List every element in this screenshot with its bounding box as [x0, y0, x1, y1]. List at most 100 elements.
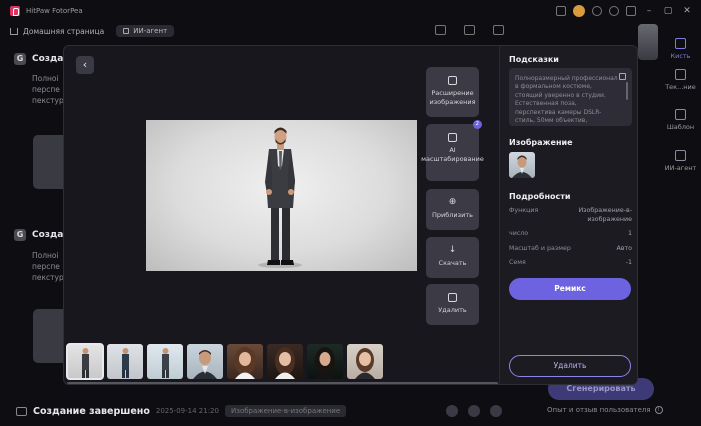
- source-image-thumbnail[interactable]: [509, 152, 535, 178]
- info-icon: i: [654, 406, 663, 414]
- info-icon[interactable]: [446, 405, 458, 417]
- google-icon: G: [14, 53, 26, 65]
- maximize-icon[interactable]: ▢: [662, 5, 674, 17]
- man-in-suit-figure: [258, 127, 302, 268]
- portrait-icon: [355, 348, 375, 379]
- preview-image: [146, 120, 417, 271]
- detail-row-seed: Семя -1: [509, 259, 632, 268]
- detail-key: Масштаб и размер: [509, 245, 571, 252]
- delete-button[interactable]: Удалить: [509, 355, 631, 377]
- layout-icon[interactable]: [435, 25, 446, 35]
- detail-value: Изображение-в-изображение: [578, 207, 632, 223]
- detail-row-scale: Масштаб и размер Авто: [509, 245, 632, 254]
- task-subtitle: Полноі перспе пекстур: [32, 73, 64, 106]
- task-thumbnail[interactable]: [33, 309, 63, 363]
- detail-key: число: [509, 230, 529, 237]
- task-subtitle: Полноі перспе пекстур: [32, 250, 64, 283]
- nav-tools: [435, 25, 504, 35]
- task-line: пекстур: [32, 96, 64, 105]
- action-label: Расширение изображения: [429, 89, 476, 106]
- copy-icon[interactable]: [619, 73, 626, 80]
- title-bar-controls: – ▢ ✕: [556, 0, 701, 22]
- feedback-link[interactable]: Опыт и отзыв пользователя i: [547, 406, 663, 414]
- prompt-box[interactable]: Полноразмерный профессионал в формальном…: [509, 68, 632, 126]
- screenshot-icon[interactable]: [556, 6, 566, 16]
- background-thumbnail[interactable]: [638, 24, 658, 60]
- remix-button[interactable]: Ремикс: [509, 278, 631, 300]
- prompt-text: Полноразмерный профессионал в формальном…: [515, 75, 618, 126]
- brush-icon: [675, 38, 686, 49]
- portrait-icon: [275, 347, 295, 379]
- prompt-scrollbar[interactable]: [626, 82, 628, 100]
- upload-icon[interactable]: [464, 25, 475, 35]
- title-bar: HitPaw FotorPea – ▢ ✕: [0, 0, 701, 22]
- feedback-label: Опыт и отзыв пользователя: [547, 406, 651, 414]
- task-line: Полноі: [32, 74, 59, 83]
- nav-bar: Домашняя страница ИИ-агент: [0, 22, 701, 40]
- minimize-icon[interactable]: –: [643, 5, 655, 17]
- detail-row-function: Функция Изображение-в-изображение: [509, 207, 632, 224]
- thumbnail-strip: [66, 343, 383, 380]
- template-icon: [675, 109, 686, 120]
- suit-figure-icon: [122, 348, 129, 378]
- refresh-icon[interactable]: [468, 405, 480, 417]
- upscale-icon: [448, 133, 457, 142]
- sidebar-item-ai-agent[interactable]: ИИ-агент: [660, 150, 701, 172]
- export-icon[interactable]: [493, 25, 504, 35]
- app-logo: [10, 6, 20, 16]
- back-button[interactable]: ‹: [76, 56, 94, 74]
- portrait-icon: [512, 155, 532, 178]
- task-thumbnail[interactable]: [33, 135, 63, 189]
- thumbnail[interactable]: [227, 344, 263, 379]
- sidebar-item-template[interactable]: Шаблон: [660, 109, 701, 131]
- task-complete-title: Создание завершено: [33, 405, 150, 417]
- menu-icon[interactable]: [626, 6, 636, 16]
- task-actions: [446, 405, 502, 417]
- detail-value: 1: [627, 230, 632, 237]
- sidebar-item-label: Тек...ние: [665, 83, 696, 91]
- hints-title: Подсказки: [509, 55, 559, 64]
- detail-key: Функция: [509, 207, 539, 214]
- credit-badge: 2: [472, 120, 482, 129]
- thumbnail[interactable]: [267, 344, 303, 379]
- portrait-icon: [193, 350, 217, 379]
- sidebar-item-label: Шаблон: [666, 123, 695, 131]
- sidebar-item-label: Кисть: [670, 52, 691, 60]
- zoom-button[interactable]: ⊕ Приблизить: [426, 189, 479, 230]
- sidebar-item-text[interactable]: Тек...ние: [660, 69, 701, 91]
- sidebar-item-brush[interactable]: Кисть: [660, 38, 701, 60]
- horizontal-scrollbar[interactable]: [67, 382, 498, 384]
- gift-icon[interactable]: [609, 6, 619, 16]
- download-icon: ↓: [448, 245, 457, 255]
- details-panel: Подсказки Полноразмерный профессионал в …: [499, 46, 637, 384]
- portrait-icon: [315, 347, 335, 379]
- crown-icon[interactable]: [592, 6, 602, 16]
- ai-upscale-button[interactable]: 2 AI масштабирование: [421, 120, 484, 181]
- home-icon: [10, 27, 18, 35]
- app-title: HitPaw FotorPea: [26, 7, 83, 15]
- close-icon[interactable]: ✕: [681, 5, 693, 17]
- action-label: AI масштабирование: [421, 146, 484, 163]
- thumbnail[interactable]: [347, 344, 383, 379]
- home-button[interactable]: Домашняя страница: [10, 27, 104, 36]
- tab-ai-agent[interactable]: ИИ-агент: [116, 25, 175, 37]
- ai-agent-icon: [123, 28, 130, 34]
- thumbnail[interactable]: [307, 344, 343, 379]
- user-avatar[interactable]: [573, 5, 585, 17]
- tab-label: ИИ-агент: [133, 27, 168, 35]
- suit-figure-icon: [162, 348, 169, 378]
- delete-icon[interactable]: [490, 405, 502, 417]
- thumbnail[interactable]: [107, 344, 143, 379]
- task-line: пекстур: [32, 273, 64, 282]
- expand-icon: [448, 76, 457, 85]
- detail-value: -1: [625, 259, 632, 266]
- thumbnail[interactable]: [66, 343, 104, 380]
- zoom-icon: ⊕: [448, 197, 457, 207]
- thumbnail[interactable]: [147, 344, 183, 379]
- suit-figure-icon: [82, 348, 89, 378]
- thumbnail[interactable]: [187, 344, 223, 379]
- delete-image-button[interactable]: Удалить: [426, 284, 479, 325]
- download-button[interactable]: ↓ Скачать: [426, 237, 479, 278]
- task-line: перспе: [32, 85, 60, 94]
- expand-image-button[interactable]: Расширение изображения: [426, 67, 479, 117]
